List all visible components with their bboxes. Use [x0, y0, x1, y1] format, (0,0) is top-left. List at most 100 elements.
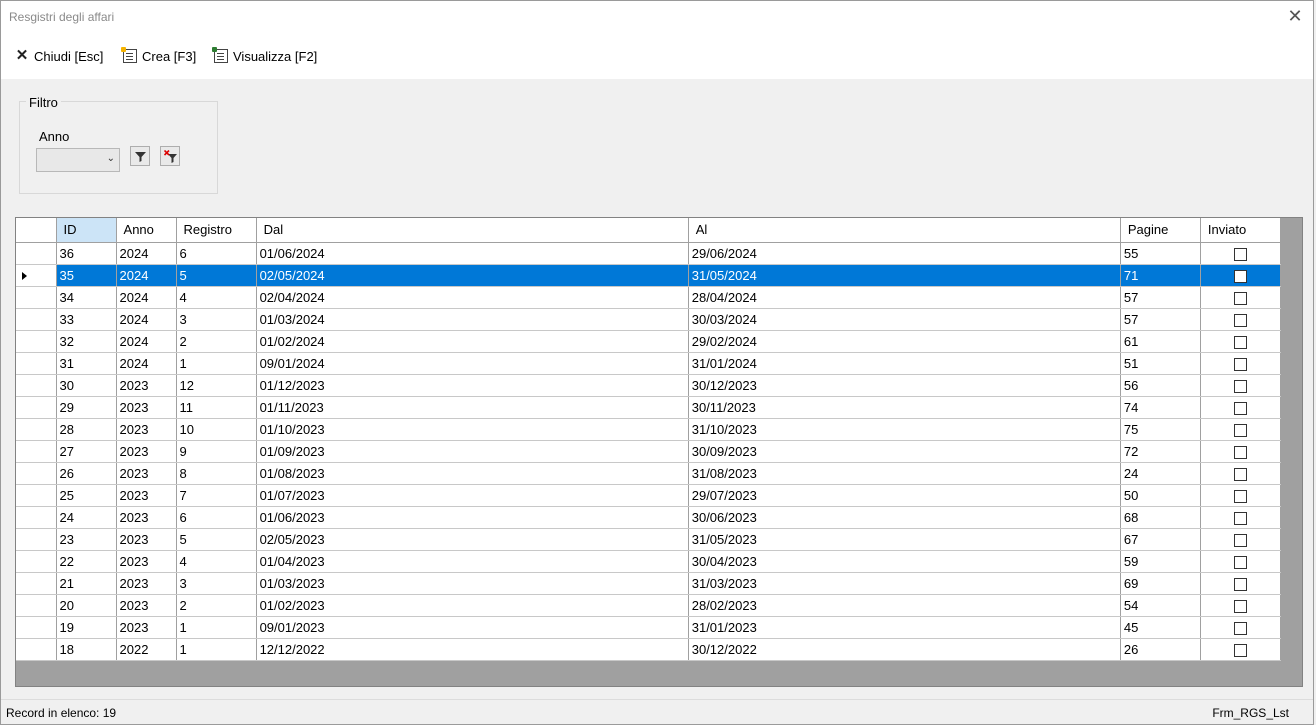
cell-al[interactable]: 31/10/2023 — [688, 418, 1121, 441]
cell-registro[interactable]: 10 — [176, 418, 257, 441]
cell-anno[interactable]: 2023 — [116, 396, 177, 419]
row-header[interactable] — [16, 308, 57, 331]
row-header[interactable] — [16, 286, 57, 309]
row-header[interactable] — [16, 550, 57, 573]
cell-dal[interactable]: 01/06/2024 — [256, 242, 689, 265]
cell-al[interactable]: 31/03/2023 — [688, 572, 1121, 595]
cell-anno[interactable]: 2024 — [116, 330, 177, 353]
cell-al[interactable]: 30/04/2023 — [688, 550, 1121, 573]
cell-al[interactable]: 30/06/2023 — [688, 506, 1121, 529]
cell-id[interactable]: 19 — [56, 616, 117, 639]
cell-pagine[interactable]: 72 — [1120, 440, 1201, 463]
cell-anno[interactable]: 2023 — [116, 440, 177, 463]
cell-pagine[interactable]: 51 — [1120, 352, 1201, 375]
table-row[interactable]: 23 2023 5 02/05/2023 31/05/2023 67 — [16, 528, 1282, 551]
cell-dal[interactable]: 09/01/2023 — [256, 616, 689, 639]
column-header-id[interactable]: ID — [56, 218, 117, 243]
cell-anno[interactable]: 2023 — [116, 572, 177, 595]
cell-registro[interactable]: 2 — [176, 330, 257, 353]
inviato-checkbox[interactable] — [1233, 269, 1247, 283]
inviato-checkbox[interactable] — [1233, 533, 1247, 547]
row-header[interactable] — [16, 352, 57, 375]
inviato-checkbox[interactable] — [1233, 467, 1247, 481]
cell-id[interactable]: 32 — [56, 330, 117, 353]
cell-anno[interactable]: 2023 — [116, 616, 177, 639]
close-button[interactable]: ✕ Chiudi [Esc] — [15, 46, 104, 66]
column-header-dal[interactable]: Dal — [256, 218, 689, 243]
cell-registro[interactable]: 7 — [176, 484, 257, 507]
cell-id[interactable]: 33 — [56, 308, 117, 331]
inviato-checkbox[interactable] — [1233, 555, 1247, 569]
cell-dal[interactable]: 01/08/2023 — [256, 462, 689, 485]
cell-registro[interactable]: 1 — [176, 616, 257, 639]
create-button[interactable]: Crea [F3] — [121, 46, 196, 66]
inviato-checkbox[interactable] — [1233, 643, 1247, 657]
table-row[interactable]: 27 2023 9 01/09/2023 30/09/2023 72 — [16, 440, 1282, 463]
cell-registro[interactable]: 12 — [176, 374, 257, 397]
cell-al[interactable]: 31/08/2023 — [688, 462, 1121, 485]
cell-id[interactable]: 35 — [56, 264, 117, 287]
cell-anno[interactable]: 2022 — [116, 638, 177, 661]
table-row[interactable]: 22 2023 4 01/04/2023 30/04/2023 59 — [16, 550, 1282, 573]
cell-dal[interactable]: 01/03/2024 — [256, 308, 689, 331]
cell-pagine[interactable]: 68 — [1120, 506, 1201, 529]
cell-registro[interactable]: 4 — [176, 286, 257, 309]
inviato-checkbox[interactable] — [1233, 313, 1247, 327]
cell-dal[interactable]: 01/09/2023 — [256, 440, 689, 463]
table-row[interactable]: 30 2023 12 01/12/2023 30/12/2023 56 — [16, 374, 1282, 397]
inviato-checkbox[interactable] — [1233, 335, 1247, 349]
cell-id[interactable]: 25 — [56, 484, 117, 507]
cell-dal[interactable]: 01/02/2024 — [256, 330, 689, 353]
cell-al[interactable]: 30/03/2024 — [688, 308, 1121, 331]
cell-registro[interactable]: 11 — [176, 396, 257, 419]
cell-pagine[interactable]: 57 — [1120, 308, 1201, 331]
cell-registro[interactable]: 5 — [176, 264, 257, 287]
cell-dal[interactable]: 01/11/2023 — [256, 396, 689, 419]
table-row[interactable]: 33 2024 3 01/03/2024 30/03/2024 57 — [16, 308, 1282, 331]
cell-registro[interactable]: 4 — [176, 550, 257, 573]
inviato-checkbox[interactable] — [1233, 357, 1247, 371]
cell-anno[interactable]: 2023 — [116, 528, 177, 551]
cell-al[interactable]: 29/02/2024 — [688, 330, 1121, 353]
inviato-checkbox[interactable] — [1233, 423, 1247, 437]
inviato-checkbox[interactable] — [1233, 445, 1247, 459]
inviato-checkbox[interactable] — [1233, 621, 1247, 635]
cell-registro[interactable]: 1 — [176, 352, 257, 375]
cell-pagine[interactable]: 74 — [1120, 396, 1201, 419]
cell-registro[interactable]: 8 — [176, 462, 257, 485]
cell-id[interactable]: 36 — [56, 242, 117, 265]
cell-pagine[interactable]: 54 — [1120, 594, 1201, 617]
cell-al[interactable]: 31/05/2023 — [688, 528, 1121, 551]
cell-al[interactable]: 31/01/2023 — [688, 616, 1121, 639]
cell-anno[interactable]: 2024 — [116, 308, 177, 331]
cell-al[interactable]: 31/01/2024 — [688, 352, 1121, 375]
cell-registro[interactable]: 1 — [176, 638, 257, 661]
inviato-checkbox[interactable] — [1233, 577, 1247, 591]
table-row[interactable]: 28 2023 10 01/10/2023 31/10/2023 75 — [16, 418, 1282, 441]
table-row[interactable]: 19 2023 1 09/01/2023 31/01/2023 45 — [16, 616, 1282, 639]
cell-anno[interactable]: 2023 — [116, 374, 177, 397]
cell-pagine[interactable]: 56 — [1120, 374, 1201, 397]
cell-al[interactable]: 30/12/2023 — [688, 374, 1121, 397]
table-row[interactable]: 24 2023 6 01/06/2023 30/06/2023 68 — [16, 506, 1282, 529]
cell-dal[interactable]: 01/06/2023 — [256, 506, 689, 529]
cell-pagine[interactable]: 57 — [1120, 286, 1201, 309]
cell-id[interactable]: 23 — [56, 528, 117, 551]
cell-al[interactable]: 28/04/2024 — [688, 286, 1121, 309]
cell-id[interactable]: 30 — [56, 374, 117, 397]
table-row[interactable]: 29 2023 11 01/11/2023 30/11/2023 74 — [16, 396, 1282, 419]
row-header[interactable] — [16, 440, 57, 463]
row-header[interactable] — [16, 594, 57, 617]
cell-al[interactable]: 29/07/2023 — [688, 484, 1121, 507]
cell-id[interactable]: 34 — [56, 286, 117, 309]
inviato-checkbox[interactable] — [1233, 489, 1247, 503]
cell-anno[interactable]: 2024 — [116, 352, 177, 375]
cell-id[interactable]: 21 — [56, 572, 117, 595]
cell-anno[interactable]: 2023 — [116, 418, 177, 441]
cell-al[interactable]: 29/06/2024 — [688, 242, 1121, 265]
cell-dal[interactable]: 01/03/2023 — [256, 572, 689, 595]
row-header[interactable] — [16, 418, 57, 441]
row-header[interactable] — [16, 396, 57, 419]
inviato-checkbox[interactable] — [1233, 511, 1247, 525]
cell-registro[interactable]: 5 — [176, 528, 257, 551]
